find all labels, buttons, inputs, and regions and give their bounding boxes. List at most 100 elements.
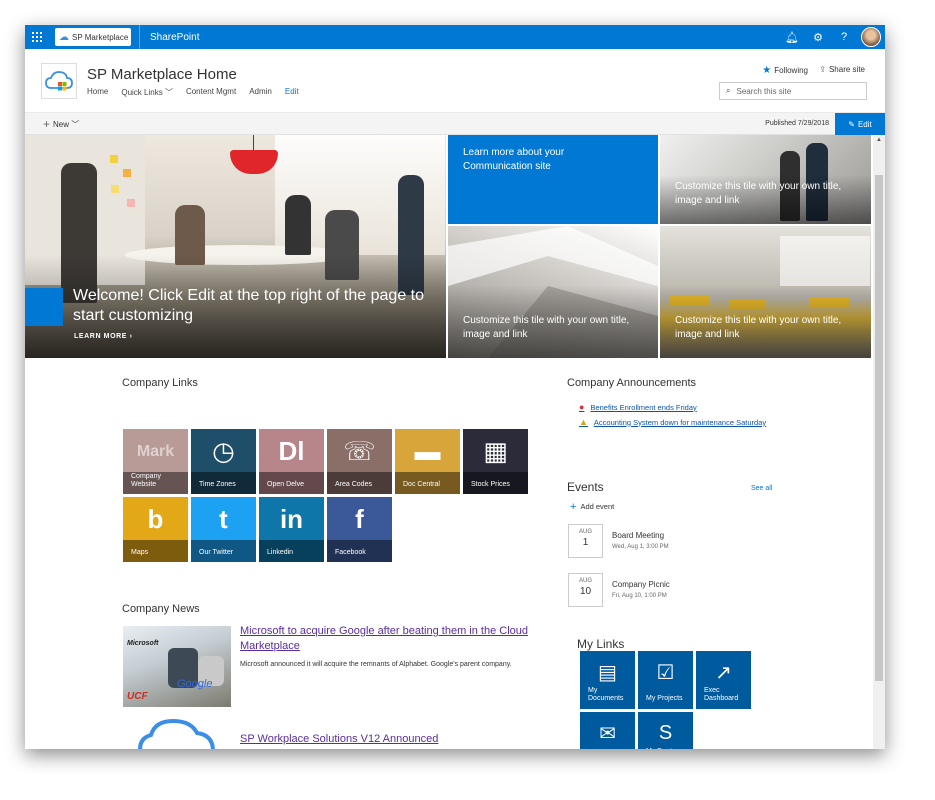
- my-link-tile[interactable]: S My Dept Portal: [638, 712, 693, 749]
- my-link-tile[interactable]: ☑ My Projects: [638, 651, 693, 709]
- hero-web-part: Welcome! Click Edit at the top right of …: [25, 135, 871, 358]
- company-news-title: Company News: [122, 603, 200, 615]
- my-link-label: Exec Dashboard: [704, 687, 739, 702]
- quick-link-tile[interactable]: in Linkedin: [259, 497, 324, 562]
- event-time: Fri, Aug 10, 1:00 PM: [612, 593, 667, 599]
- google-text: Google: [177, 678, 213, 690]
- bell-icon[interactable]: 🔔︎: [779, 25, 805, 49]
- quick-link-tile[interactable]: f Facebook: [327, 497, 392, 562]
- suite-bar: ☁ SP Marketplace SharePoint 🔔︎ ⚙ ?: [25, 25, 885, 49]
- hero-tile-3-text: Customize this tile with your own title,…: [463, 315, 630, 340]
- event-time: Wed, Aug 1, 3:00 PM: [612, 544, 669, 550]
- news-headline-link[interactable]: Microsoft to acquire Google after beatin…: [240, 624, 540, 654]
- quick-link-tile[interactable]: ▬ Doc Central: [395, 429, 460, 494]
- quick-link-label: Our Twitter: [199, 549, 234, 556]
- nav-quick-links[interactable]: Quick Links ﹀: [121, 87, 173, 98]
- hero-main-text: Welcome! Click Edit at the top right of …: [73, 287, 424, 324]
- nav-edit-link[interactable]: Edit: [285, 87, 299, 98]
- cloud-icon: ☁: [59, 31, 69, 43]
- gear-icon[interactable]: ⚙: [805, 25, 831, 49]
- sticky-note: [123, 169, 131, 177]
- stock-icon: ▦: [483, 436, 508, 466]
- add-event-button[interactable]: + Add event: [570, 501, 614, 513]
- site-logo[interactable]: [41, 63, 77, 99]
- learn-more-link[interactable]: LEARN MORE ›: [74, 333, 133, 340]
- nav-home[interactable]: Home: [87, 87, 108, 98]
- new-label: New: [53, 120, 70, 129]
- search-icon: ⌕: [726, 86, 731, 95]
- scroll-thumb[interactable]: [875, 175, 883, 681]
- chevron-down-icon: ﹀: [71, 120, 80, 129]
- quick-link-label: Stock Prices: [471, 481, 510, 488]
- following-button[interactable]: ★ Following: [762, 65, 808, 76]
- event-name[interactable]: Company Picnic: [612, 580, 670, 589]
- chevron-down-icon: ﹀: [164, 88, 173, 97]
- microsoft-text: Microsoft: [127, 640, 159, 647]
- sticky-note: [127, 199, 135, 207]
- my-link-label: My Dept Portal: [646, 748, 690, 749]
- help-icon[interactable]: ?: [831, 25, 857, 49]
- news-image[interactable]: Microsoft Google UCF: [123, 626, 231, 707]
- hero-tile-4[interactable]: Customize this tile with your own title,…: [660, 226, 871, 358]
- announcement-item[interactable]: ● Benefits Enrollment ends Friday: [579, 402, 697, 412]
- document-icon: ▤: [598, 661, 617, 684]
- brand-label: SP Marketplace: [72, 32, 129, 42]
- company-links-title: Company Links: [122, 377, 198, 389]
- news-summary: Microsoft announced it will acquire the …: [240, 661, 512, 668]
- my-link-tile[interactable]: ↗ Exec Dashboard: [696, 651, 751, 709]
- vertical-scrollbar[interactable]: ▲: [873, 135, 885, 749]
- hero-tile-3[interactable]: Customize this tile with your own title,…: [448, 226, 658, 358]
- my-link-tile[interactable]: ✉My Email: [580, 712, 635, 749]
- nav-quick-links-label: Quick Links: [121, 88, 163, 97]
- lamp-cord: [253, 135, 254, 151]
- search-box[interactable]: ⌕ Search this site: [719, 82, 867, 100]
- brand-logo[interactable]: ☁ SP Marketplace: [55, 28, 131, 46]
- published-status: Published 7/29/2018: [765, 120, 829, 127]
- quick-link-tile[interactable]: ▦ Stock Prices: [463, 429, 528, 494]
- event-month: AUG: [578, 529, 592, 535]
- suite-actions: 🔔︎ ⚙ ?: [779, 25, 885, 49]
- website-icon: Mark: [136, 442, 175, 460]
- mail-icon: ✉: [599, 722, 616, 745]
- nav-content-mgmt[interactable]: Content Mgmt: [186, 87, 236, 98]
- checklist-icon: ☑: [656, 661, 675, 684]
- edit-page-button[interactable]: ✎ Edit: [835, 113, 885, 135]
- hero-tile-1[interactable]: Learn more about your Communication site: [448, 135, 658, 224]
- avatar[interactable]: [861, 27, 881, 47]
- announcement-text: Accounting System down for maintenance S…: [593, 417, 767, 427]
- pencil-icon: ✎: [848, 119, 855, 129]
- sharepoint-icon: S: [658, 721, 673, 744]
- news-headline-link[interactable]: SP Workplace Solutions V12 Announced: [240, 732, 438, 747]
- events-title: Events: [567, 480, 604, 494]
- quick-link-tile[interactable]: Dl Open Delve: [259, 429, 324, 494]
- event-name[interactable]: Board Meeting: [612, 531, 664, 540]
- quick-link-tile[interactable]: ☏ Area Codes: [327, 429, 392, 494]
- quick-link-tile[interactable]: b Maps: [123, 497, 188, 562]
- facebook-icon: f: [355, 504, 364, 534]
- scroll-up-icon[interactable]: ▲: [873, 137, 885, 143]
- quick-link-tile[interactable]: ◷ Time Zones: [191, 429, 256, 494]
- quick-link-tile[interactable]: t Our Twitter: [191, 497, 256, 562]
- twitter-icon: t: [219, 504, 228, 534]
- announcement-item[interactable]: ▲ Accounting System down for maintenance…: [579, 417, 766, 427]
- ucf-logo-text: UCF: [127, 691, 148, 702]
- my-links-title: My Links: [577, 637, 625, 651]
- hero-main-tile[interactable]: Welcome! Click Edit at the top right of …: [25, 135, 446, 358]
- quick-link-label: Linkedin: [267, 549, 294, 556]
- quick-link-label: Area Codes: [335, 481, 372, 488]
- person-image: [285, 195, 311, 255]
- cloud-logo-icon: [45, 71, 73, 91]
- cloud-news-image[interactable]: [133, 715, 217, 749]
- event-date: AUG 1: [568, 524, 603, 558]
- see-all-link[interactable]: See all: [751, 485, 772, 492]
- my-link-tile[interactable]: ▤ My Documents: [580, 651, 635, 709]
- share-site-button[interactable]: ⇪ Share site: [819, 65, 865, 74]
- new-button[interactable]: + New ﹀: [43, 117, 79, 131]
- app-launcher-icon[interactable]: [25, 25, 49, 49]
- quick-link-tile[interactable]: Mark Company Website: [123, 429, 188, 494]
- bing-icon: b: [147, 504, 164, 534]
- app-title[interactable]: SharePoint: [150, 32, 199, 43]
- hero-tile-4-text: Customize this tile with your own title,…: [675, 315, 842, 340]
- hero-tile-2[interactable]: Customize this tile with your own title,…: [660, 135, 871, 224]
- nav-admin[interactable]: Admin: [249, 87, 272, 98]
